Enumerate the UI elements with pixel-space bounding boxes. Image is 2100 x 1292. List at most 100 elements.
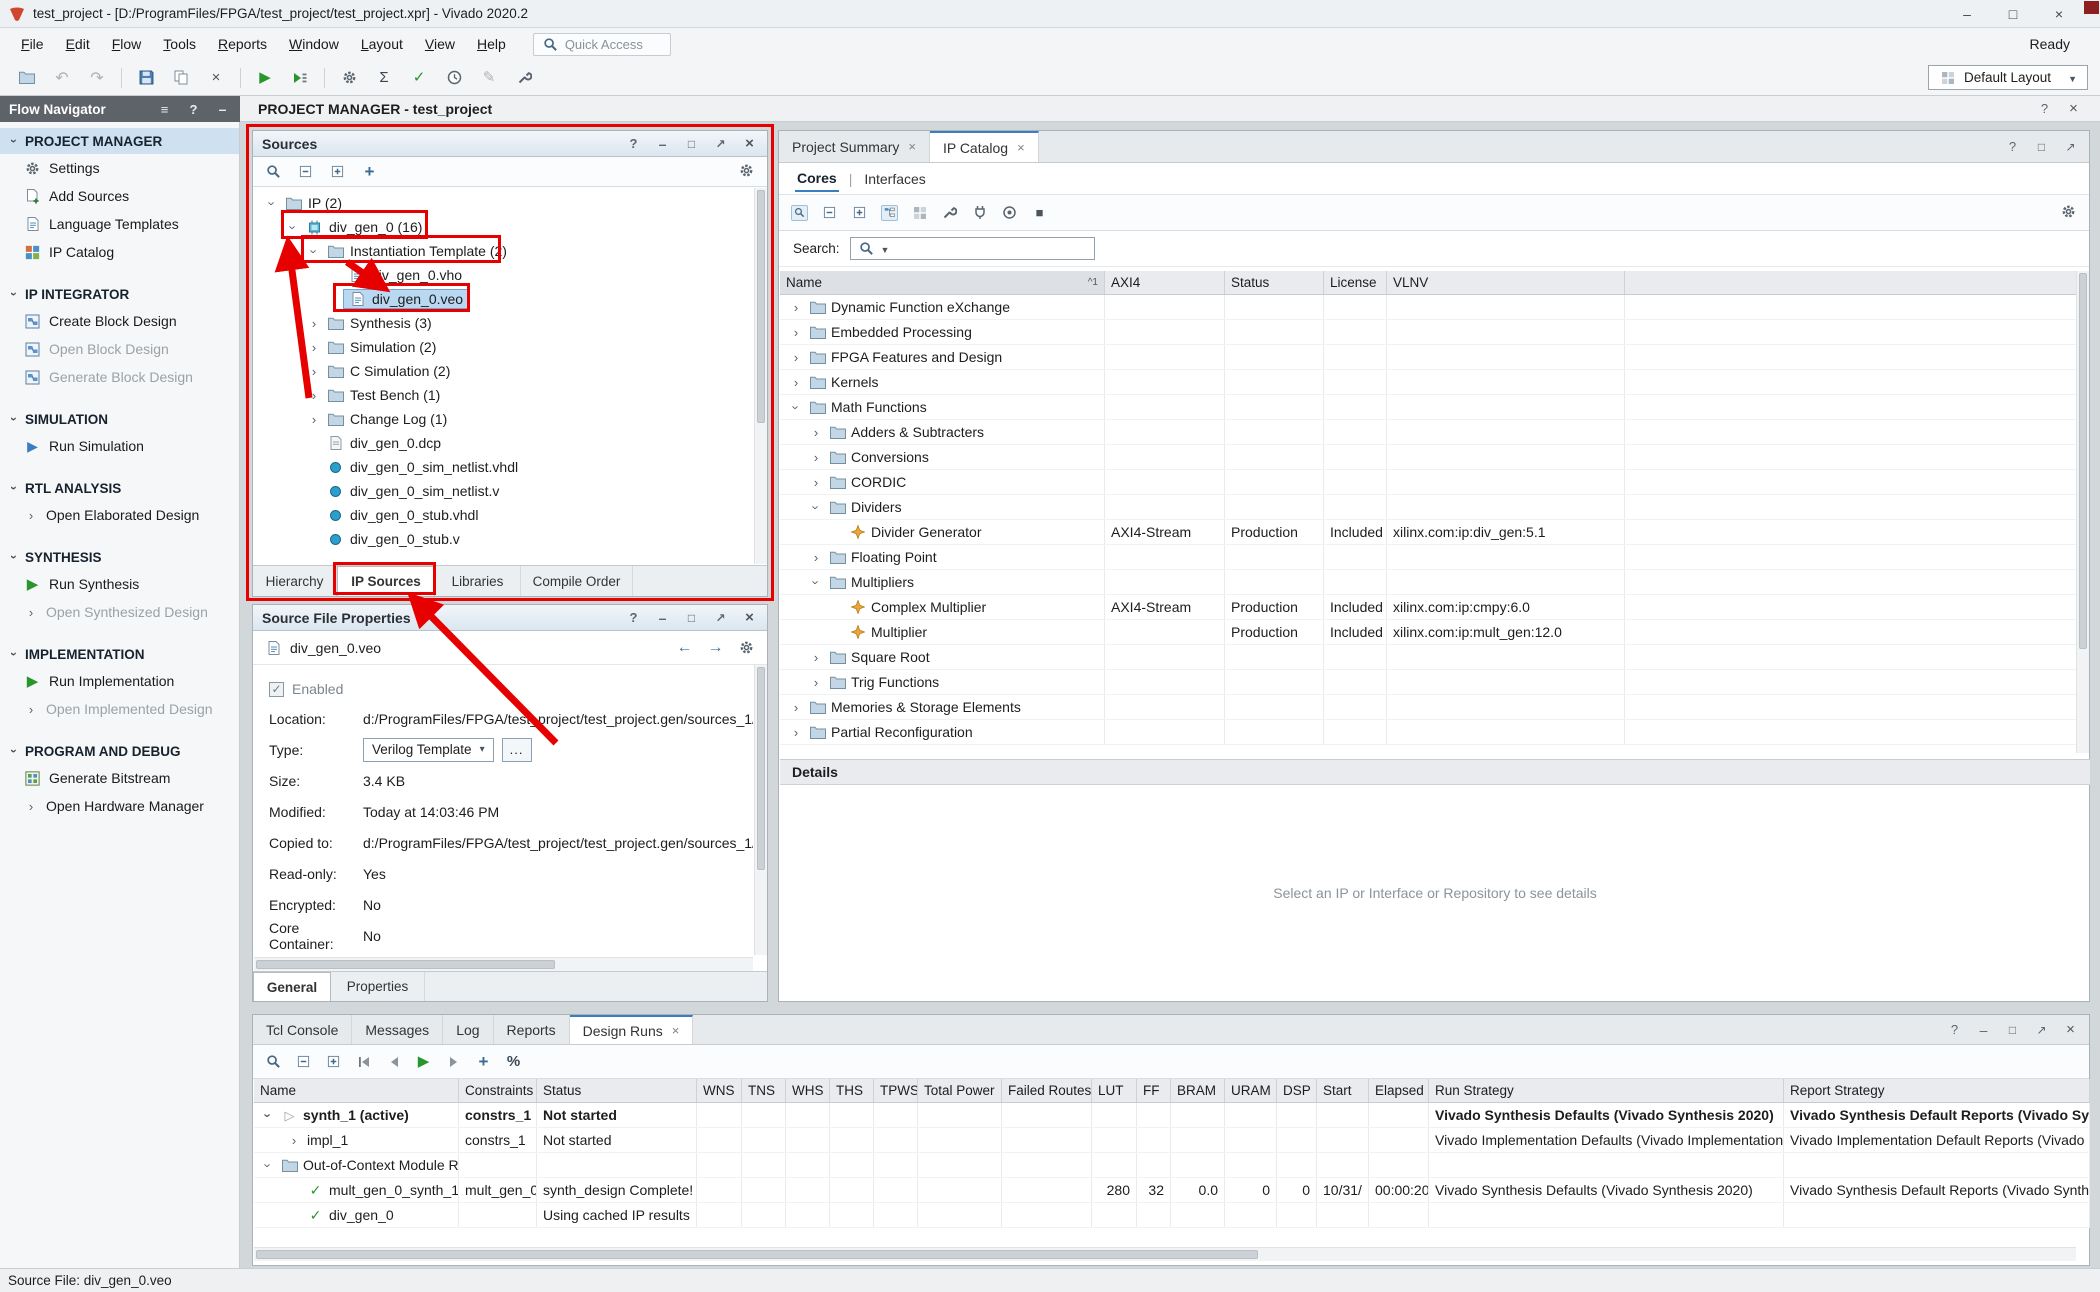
group-by-hierarchy-icon[interactable] bbox=[881, 205, 898, 221]
sources-tab-hierarchy[interactable]: Hierarchy bbox=[253, 566, 337, 596]
flownav-item-settings[interactable]: Settings bbox=[0, 154, 239, 182]
tree-collapsed-icon[interactable]: › bbox=[808, 475, 824, 490]
source-tree-item-div-gen-0-stub-v[interactable]: div_gen_0_stub.v bbox=[254, 527, 753, 551]
collapse-all-icon[interactable] bbox=[295, 1054, 312, 1070]
column-header-lut[interactable]: LUT bbox=[1092, 1079, 1137, 1102]
tree-collapsed-icon[interactable]: › bbox=[306, 340, 322, 355]
subtab-interfaces[interactable]: Interfaces bbox=[862, 167, 927, 191]
column-header-ths[interactable]: THS bbox=[830, 1079, 874, 1102]
sources-tab-compile-order[interactable]: Compile Order bbox=[521, 566, 633, 596]
close-window-button[interactable]: × bbox=[2036, 0, 2082, 27]
tree-collapsed-icon[interactable]: › bbox=[306, 316, 322, 331]
settings-button[interactable] bbox=[334, 64, 364, 92]
tree-expanded-icon[interactable]: › bbox=[809, 499, 824, 515]
column-header-whs[interactable]: WHS bbox=[786, 1079, 830, 1102]
flownav-item-open-hardware-manager[interactable]: ›Open Hardware Manager bbox=[0, 792, 239, 820]
properties-tab-properties[interactable]: Properties bbox=[331, 972, 425, 1001]
show-all-icon[interactable] bbox=[911, 205, 928, 221]
column-header-report-strategy[interactable]: Report Strategy bbox=[1784, 1079, 2090, 1102]
tree-expanded-icon[interactable]: › bbox=[789, 399, 804, 415]
design-runs-horizontal-scrollbar[interactable] bbox=[254, 1247, 2076, 1261]
source-tree-item-div-gen-0-stub-vhdl[interactable]: div_gen_0_stub.vhdl bbox=[254, 503, 753, 527]
tree-collapsed-icon[interactable]: › bbox=[306, 364, 322, 379]
close-icon[interactable]: × bbox=[2065, 101, 2082, 117]
tree-expanded-icon[interactable]: › bbox=[809, 574, 824, 590]
column-header-uram[interactable]: URAM bbox=[1225, 1079, 1277, 1102]
expand-all-icon[interactable] bbox=[325, 1054, 342, 1070]
flownav-item-open-block-design[interactable]: Open Block Design bbox=[0, 335, 239, 363]
help-icon[interactable]: ? bbox=[2004, 139, 2021, 155]
minimize-icon[interactable]: – bbox=[654, 136, 671, 152]
source-tree-item-c-simulation-2[interactable]: ›C Simulation (2) bbox=[254, 359, 753, 383]
ip-catalog-row-square-root[interactable]: ›Square Root bbox=[780, 645, 2077, 670]
design-run-row-impl-1[interactable]: ›impl_1constrs_1Not startedVivado Implem… bbox=[254, 1128, 2090, 1153]
layout-selector[interactable]: Default Layout ▼ bbox=[1928, 65, 2088, 90]
bottom-tab-design-runs[interactable]: Design Runs× bbox=[570, 1015, 694, 1044]
tree-collapsed-icon[interactable]: › bbox=[808, 650, 824, 665]
expand-all-icon[interactable] bbox=[329, 164, 346, 180]
tree-collapsed-icon[interactable]: › bbox=[808, 550, 824, 565]
run-steps-button[interactable] bbox=[285, 64, 315, 92]
collapse-all-icon[interactable] bbox=[821, 205, 838, 221]
source-tree-item-ip-2[interactable]: ›IP (2) bbox=[254, 191, 753, 215]
minimize-window-button[interactable]: – bbox=[1944, 0, 1990, 27]
menu-window[interactable]: Window bbox=[278, 31, 350, 57]
close-tab-icon[interactable]: × bbox=[1017, 140, 1025, 155]
column-header-failed-routes[interactable]: Failed Routes bbox=[1002, 1079, 1092, 1102]
flownav-item-run-simulation[interactable]: ▶Run Simulation bbox=[0, 432, 239, 460]
forward-icon[interactable]: → bbox=[707, 640, 724, 656]
ip-catalog-row-adders-subtracters[interactable]: ›Adders & Subtracters bbox=[780, 420, 2077, 445]
bottom-tab-tcl-console[interactable]: Tcl Console bbox=[253, 1015, 352, 1044]
document-tab-project-summary[interactable]: Project Summary× bbox=[779, 131, 930, 162]
step-back-icon[interactable] bbox=[385, 1054, 402, 1070]
help-icon[interactable]: ? bbox=[185, 101, 202, 117]
redo-button[interactable]: ↷ bbox=[82, 64, 112, 92]
ip-catalog-row-trig-functions[interactable]: ›Trig Functions bbox=[780, 670, 2077, 695]
tree-collapsed-icon[interactable]: › bbox=[306, 388, 322, 403]
flownav-item-generate-bitstream[interactable]: Generate Bitstream bbox=[0, 764, 239, 792]
flownav-section-ip-integrator[interactable]: ›IP INTEGRATOR bbox=[0, 281, 239, 307]
float-icon[interactable]: □ bbox=[2033, 139, 2050, 155]
float-icon[interactable]: □ bbox=[683, 136, 700, 152]
properties-horizontal-scrollbar[interactable] bbox=[254, 957, 753, 971]
design-run-row-out-of-context-module-runs[interactable]: ›Out-of-Context Module Runs bbox=[254, 1153, 2090, 1178]
flownav-item-run-implementation[interactable]: ▶Run Implementation bbox=[0, 667, 239, 695]
column-header-ff[interactable]: FF bbox=[1137, 1079, 1171, 1102]
float-icon[interactable]: □ bbox=[2004, 1022, 2021, 1038]
ip-catalog-row-multipliers[interactable]: ›Multipliers bbox=[780, 570, 2077, 595]
open-project-button[interactable] bbox=[12, 64, 42, 92]
sources-tab-ip-sources[interactable]: IP Sources bbox=[337, 566, 435, 596]
tree-collapsed-icon[interactable]: › bbox=[788, 350, 804, 365]
flownav-section-synthesis[interactable]: ›SYNTHESIS bbox=[0, 544, 239, 570]
search-icon[interactable] bbox=[265, 164, 282, 180]
column-header-license[interactable]: License bbox=[1324, 271, 1387, 294]
column-header-run-strategy[interactable]: Run Strategy bbox=[1429, 1079, 1784, 1102]
menu-tools[interactable]: Tools bbox=[152, 31, 207, 57]
design-run-row-mult-gen-0-synth-1[interactable]: ✓mult_gen_0_synth_1mult_gen_0synth_desig… bbox=[254, 1178, 2090, 1203]
column-header-status[interactable]: Status bbox=[537, 1079, 697, 1102]
help-icon[interactable]: ? bbox=[625, 610, 642, 626]
properties-scrollbar[interactable] bbox=[754, 665, 767, 955]
tree-expanded-icon[interactable]: › bbox=[261, 1157, 276, 1173]
collapse-all-icon[interactable] bbox=[297, 164, 314, 180]
ip-catalog-row-partial-reconfiguration[interactable]: ›Partial Reconfiguration bbox=[780, 720, 2077, 745]
menu-help[interactable]: Help bbox=[466, 31, 517, 57]
menu-reports[interactable]: Reports bbox=[207, 31, 278, 57]
report-button[interactable]: Σ bbox=[369, 64, 399, 92]
source-tree-item-div-gen-0-vho[interactable]: div_gen_0.vho bbox=[254, 263, 753, 287]
help-icon[interactable]: ? bbox=[2036, 101, 2053, 117]
column-header-elapsed[interactable]: Elapsed bbox=[1369, 1079, 1429, 1102]
ip-catalog-row-embedded-processing[interactable]: ›Embedded Processing bbox=[780, 320, 2077, 345]
tree-collapsed-icon[interactable]: › bbox=[808, 425, 824, 440]
close-icon[interactable]: × bbox=[741, 136, 758, 152]
column-header-name[interactable]: Name bbox=[254, 1079, 459, 1102]
add-repository-icon[interactable] bbox=[971, 205, 988, 221]
ip-catalog-row-cordic[interactable]: ›CORDIC bbox=[780, 470, 2077, 495]
menu-edit[interactable]: Edit bbox=[55, 31, 101, 57]
maximize-icon[interactable]: ↗ bbox=[2062, 139, 2079, 155]
column-header-axi4[interactable]: AXI4 bbox=[1105, 271, 1225, 294]
details-toggle-icon[interactable]: ■ bbox=[1031, 205, 1048, 221]
quick-access-search[interactable]: Quick Access bbox=[533, 33, 671, 56]
source-tree-item-div-gen-0-sim-netlist-vhdl[interactable]: div_gen_0_sim_netlist.vhdl bbox=[254, 455, 753, 479]
flownav-section-implementation[interactable]: ›IMPLEMENTATION bbox=[0, 641, 239, 667]
